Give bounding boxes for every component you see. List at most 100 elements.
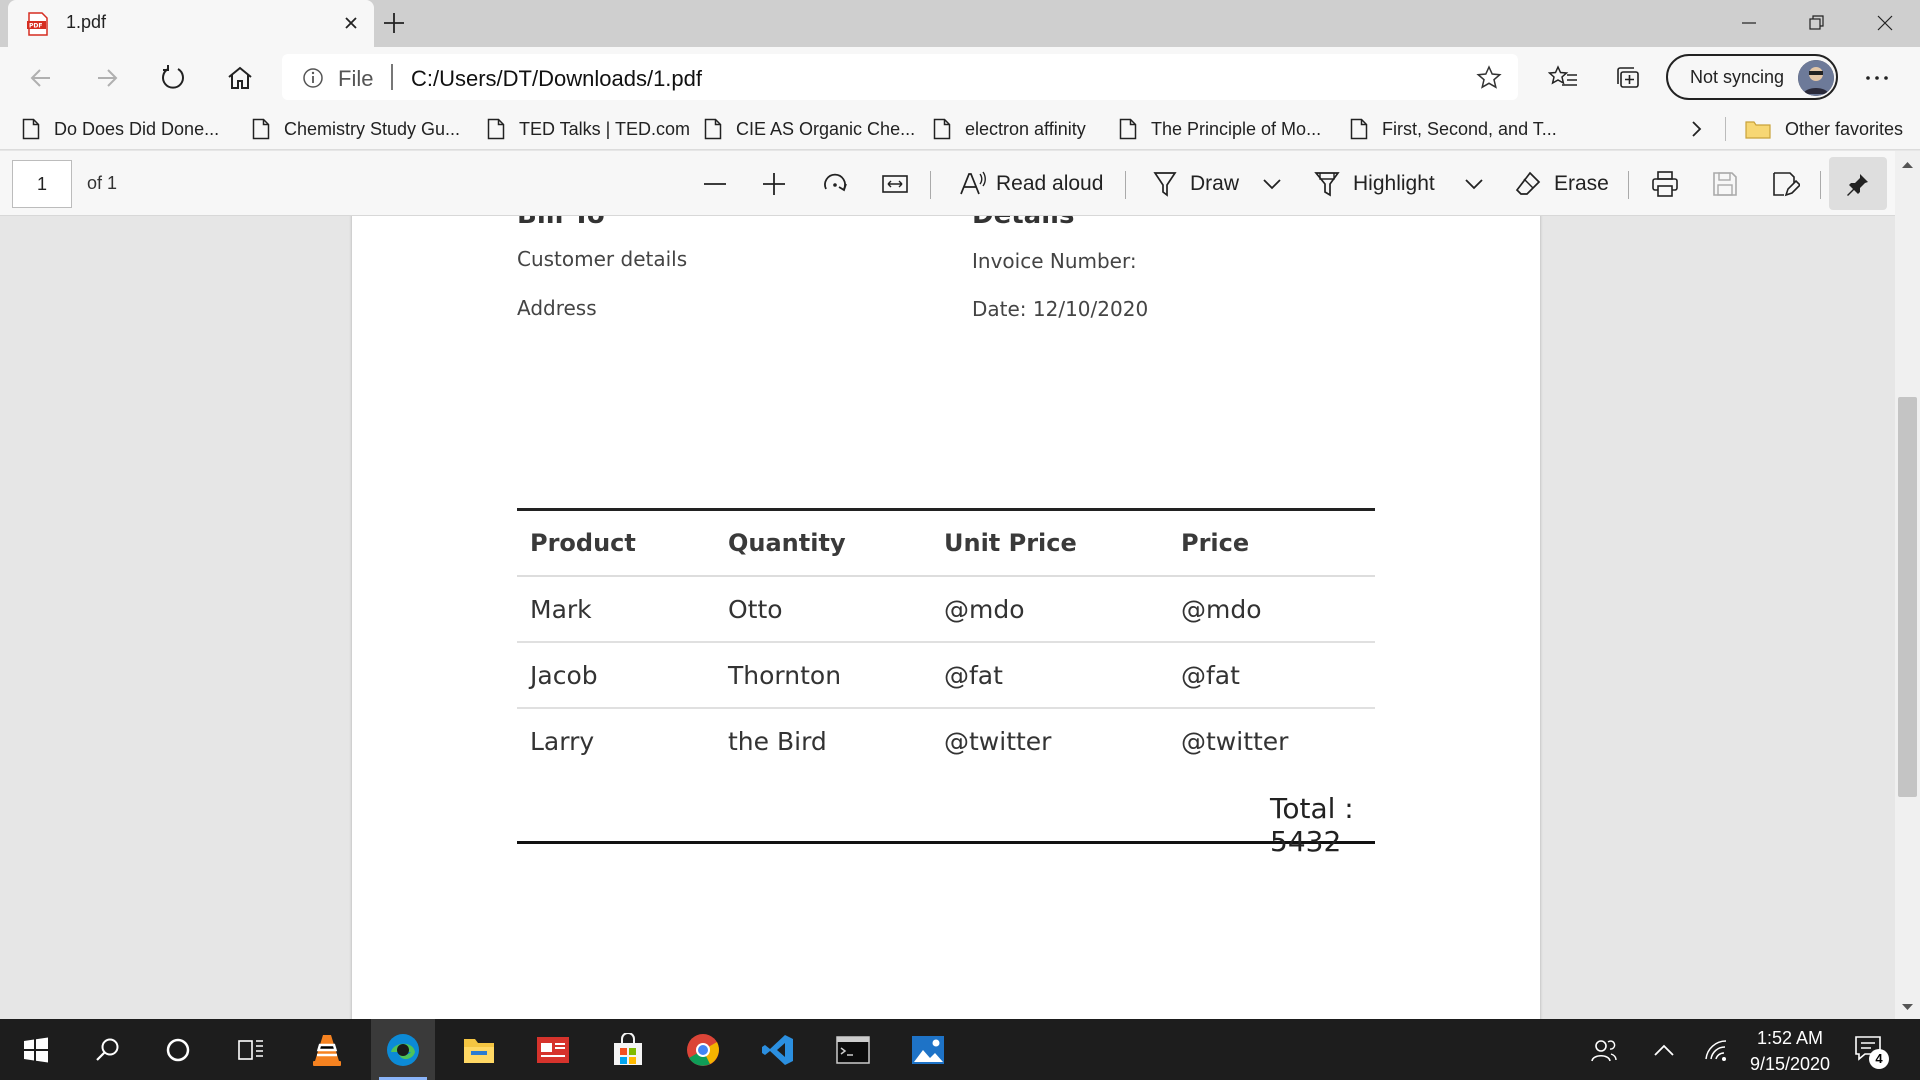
- favorites-button[interactable]: [1544, 59, 1582, 97]
- other-favorites-folder[interactable]: Other favorites: [1745, 108, 1903, 150]
- page-icon: [933, 118, 951, 140]
- read-aloud-button[interactable]: Read aloud: [958, 159, 1103, 209]
- scroll-up-arrow-icon[interactable]: [1902, 161, 1913, 169]
- terminal-app[interactable]: [821, 1019, 885, 1080]
- refresh-button[interactable]: [154, 59, 192, 97]
- start-button[interactable]: [4, 1019, 68, 1080]
- address-url[interactable]: C:/Users/DT/Downloads/1.pdf: [411, 66, 702, 92]
- vscode-app[interactable]: [746, 1019, 810, 1080]
- pdf-viewer: Bill To Details Customer details Address…: [0, 216, 1920, 1019]
- favorite-item[interactable]: CIE AS Organic Che...: [704, 108, 915, 150]
- photos-app[interactable]: [896, 1019, 960, 1080]
- customer-details: Customer details: [517, 247, 688, 271]
- rotate-icon: [824, 173, 847, 192]
- plus-icon: [763, 173, 785, 195]
- highlight-options-dropdown[interactable]: [1462, 159, 1486, 209]
- store-app[interactable]: [596, 1019, 660, 1080]
- zoom-in-button[interactable]: [759, 159, 789, 209]
- favorite-item[interactable]: TED Talks | TED.com: [487, 108, 690, 150]
- zoom-out-button[interactable]: [700, 159, 730, 209]
- fit-width-button[interactable]: [880, 159, 910, 209]
- table-header-row: Product Quantity Unit Price Price: [517, 510, 1375, 577]
- highlight-button[interactable]: Highlight: [1313, 159, 1435, 209]
- browser-tab[interactable]: PDF 1.pdf: [8, 0, 374, 47]
- chevron-down-icon: [1263, 179, 1281, 190]
- page-icon: [487, 118, 505, 140]
- favorite-item[interactable]: electron affinity: [933, 108, 1086, 150]
- fit-width-icon: [882, 175, 908, 193]
- task-view-button[interactable]: [219, 1019, 283, 1080]
- vertical-scrollbar[interactable]: [1895, 151, 1920, 1019]
- invoice-table: Product Quantity Unit Price Price Mark O…: [517, 510, 1375, 774]
- clock-date: 9/15/2020: [1749, 1054, 1831, 1074]
- back-button[interactable]: [22, 59, 60, 97]
- restore-button[interactable]: [1794, 6, 1840, 40]
- scroll-down-arrow-icon[interactable]: [1902, 1003, 1913, 1011]
- profile-button[interactable]: Not syncing: [1666, 54, 1838, 100]
- file-explorer-app[interactable]: [447, 1019, 511, 1080]
- page-number-input[interactable]: 1: [12, 160, 72, 208]
- cortana-button[interactable]: [146, 1019, 210, 1080]
- news-app[interactable]: [521, 1019, 585, 1080]
- favorite-label: Chemistry Study Gu...: [284, 118, 461, 139]
- draw-options-dropdown[interactable]: [1260, 159, 1284, 209]
- vlc-cone-icon: [313, 1034, 341, 1066]
- table-cell: the Bird: [728, 727, 827, 756]
- table-cell: @twitter: [944, 727, 1052, 756]
- eraser-icon: [1515, 171, 1541, 195]
- task-view-icon: [238, 1039, 263, 1060]
- save-button[interactable]: [1710, 159, 1740, 209]
- erase-button[interactable]: Erase: [1514, 159, 1609, 209]
- more-favorites-button[interactable]: [1690, 108, 1718, 150]
- draw-button[interactable]: Draw: [1152, 159, 1239, 209]
- home-button[interactable]: [221, 59, 259, 97]
- pin-toolbar-button[interactable]: [1829, 157, 1887, 210]
- add-favorite-star-icon[interactable]: [1476, 65, 1502, 91]
- folder-icon: [1745, 121, 1771, 139]
- address-separator: [391, 64, 393, 90]
- rotate-button[interactable]: [820, 159, 850, 209]
- chrome-app[interactable]: [671, 1019, 735, 1080]
- print-button[interactable]: [1650, 159, 1680, 209]
- search-button[interactable]: [76, 1019, 140, 1080]
- printer-icon: [1652, 171, 1678, 197]
- action-center-button[interactable]: 4: [1853, 1033, 1889, 1069]
- refresh-icon: [162, 65, 184, 89]
- settings-more-button[interactable]: [1858, 59, 1896, 97]
- collections-button[interactable]: [1610, 59, 1648, 97]
- erase-label: Erase: [1554, 172, 1609, 195]
- svg-text:PDF: PDF: [29, 23, 42, 30]
- scrollbar-thumb[interactable]: [1898, 397, 1917, 797]
- favorite-item[interactable]: First, Second, and T...: [1350, 108, 1557, 150]
- page-icon: [704, 118, 722, 140]
- edge-app[interactable]: [371, 1019, 435, 1080]
- forward-button[interactable]: [88, 59, 126, 97]
- favorite-item[interactable]: Do Does Did Done...: [22, 108, 219, 150]
- new-tab-icon[interactable]: [380, 9, 408, 37]
- minimize-button[interactable]: [1726, 6, 1772, 40]
- table-cell: @fat: [1168, 642, 1375, 709]
- customer-address: Address: [517, 296, 597, 320]
- minimize-icon: [1742, 22, 1756, 24]
- favorite-item[interactable]: The Principle of Mo...: [1119, 108, 1321, 150]
- table-cell: Otto: [715, 576, 931, 643]
- save-as-button[interactable]: [1770, 159, 1800, 209]
- table-cell: Jacob: [517, 642, 715, 709]
- people-button[interactable]: [1572, 1019, 1636, 1080]
- favorite-label: electron affinity: [965, 118, 1086, 139]
- table-cell: @fat: [931, 642, 1168, 709]
- table-cell: @twitter: [1181, 727, 1289, 756]
- close-tab-icon[interactable]: [338, 10, 364, 36]
- chevron-right-icon: [1692, 121, 1702, 137]
- search-icon: [96, 1038, 119, 1061]
- toolbar-separator: [1628, 171, 1629, 199]
- close-window-button[interactable]: [1862, 6, 1908, 40]
- vlc-app[interactable]: [295, 1019, 359, 1080]
- address-bar[interactable]: File C:/Users/DT/Downloads/1.pdf: [282, 54, 1518, 100]
- favorite-item[interactable]: Chemistry Study Gu...: [252, 108, 460, 150]
- taskbar-clock[interactable]: 1:52 AM 9/15/2020: [1720, 1025, 1860, 1077]
- info-icon[interactable]: [302, 67, 324, 89]
- favorite-label: Do Does Did Done...: [54, 118, 220, 139]
- chrome-icon: [687, 1033, 719, 1066]
- cortana-circle-icon: [166, 1038, 190, 1061]
